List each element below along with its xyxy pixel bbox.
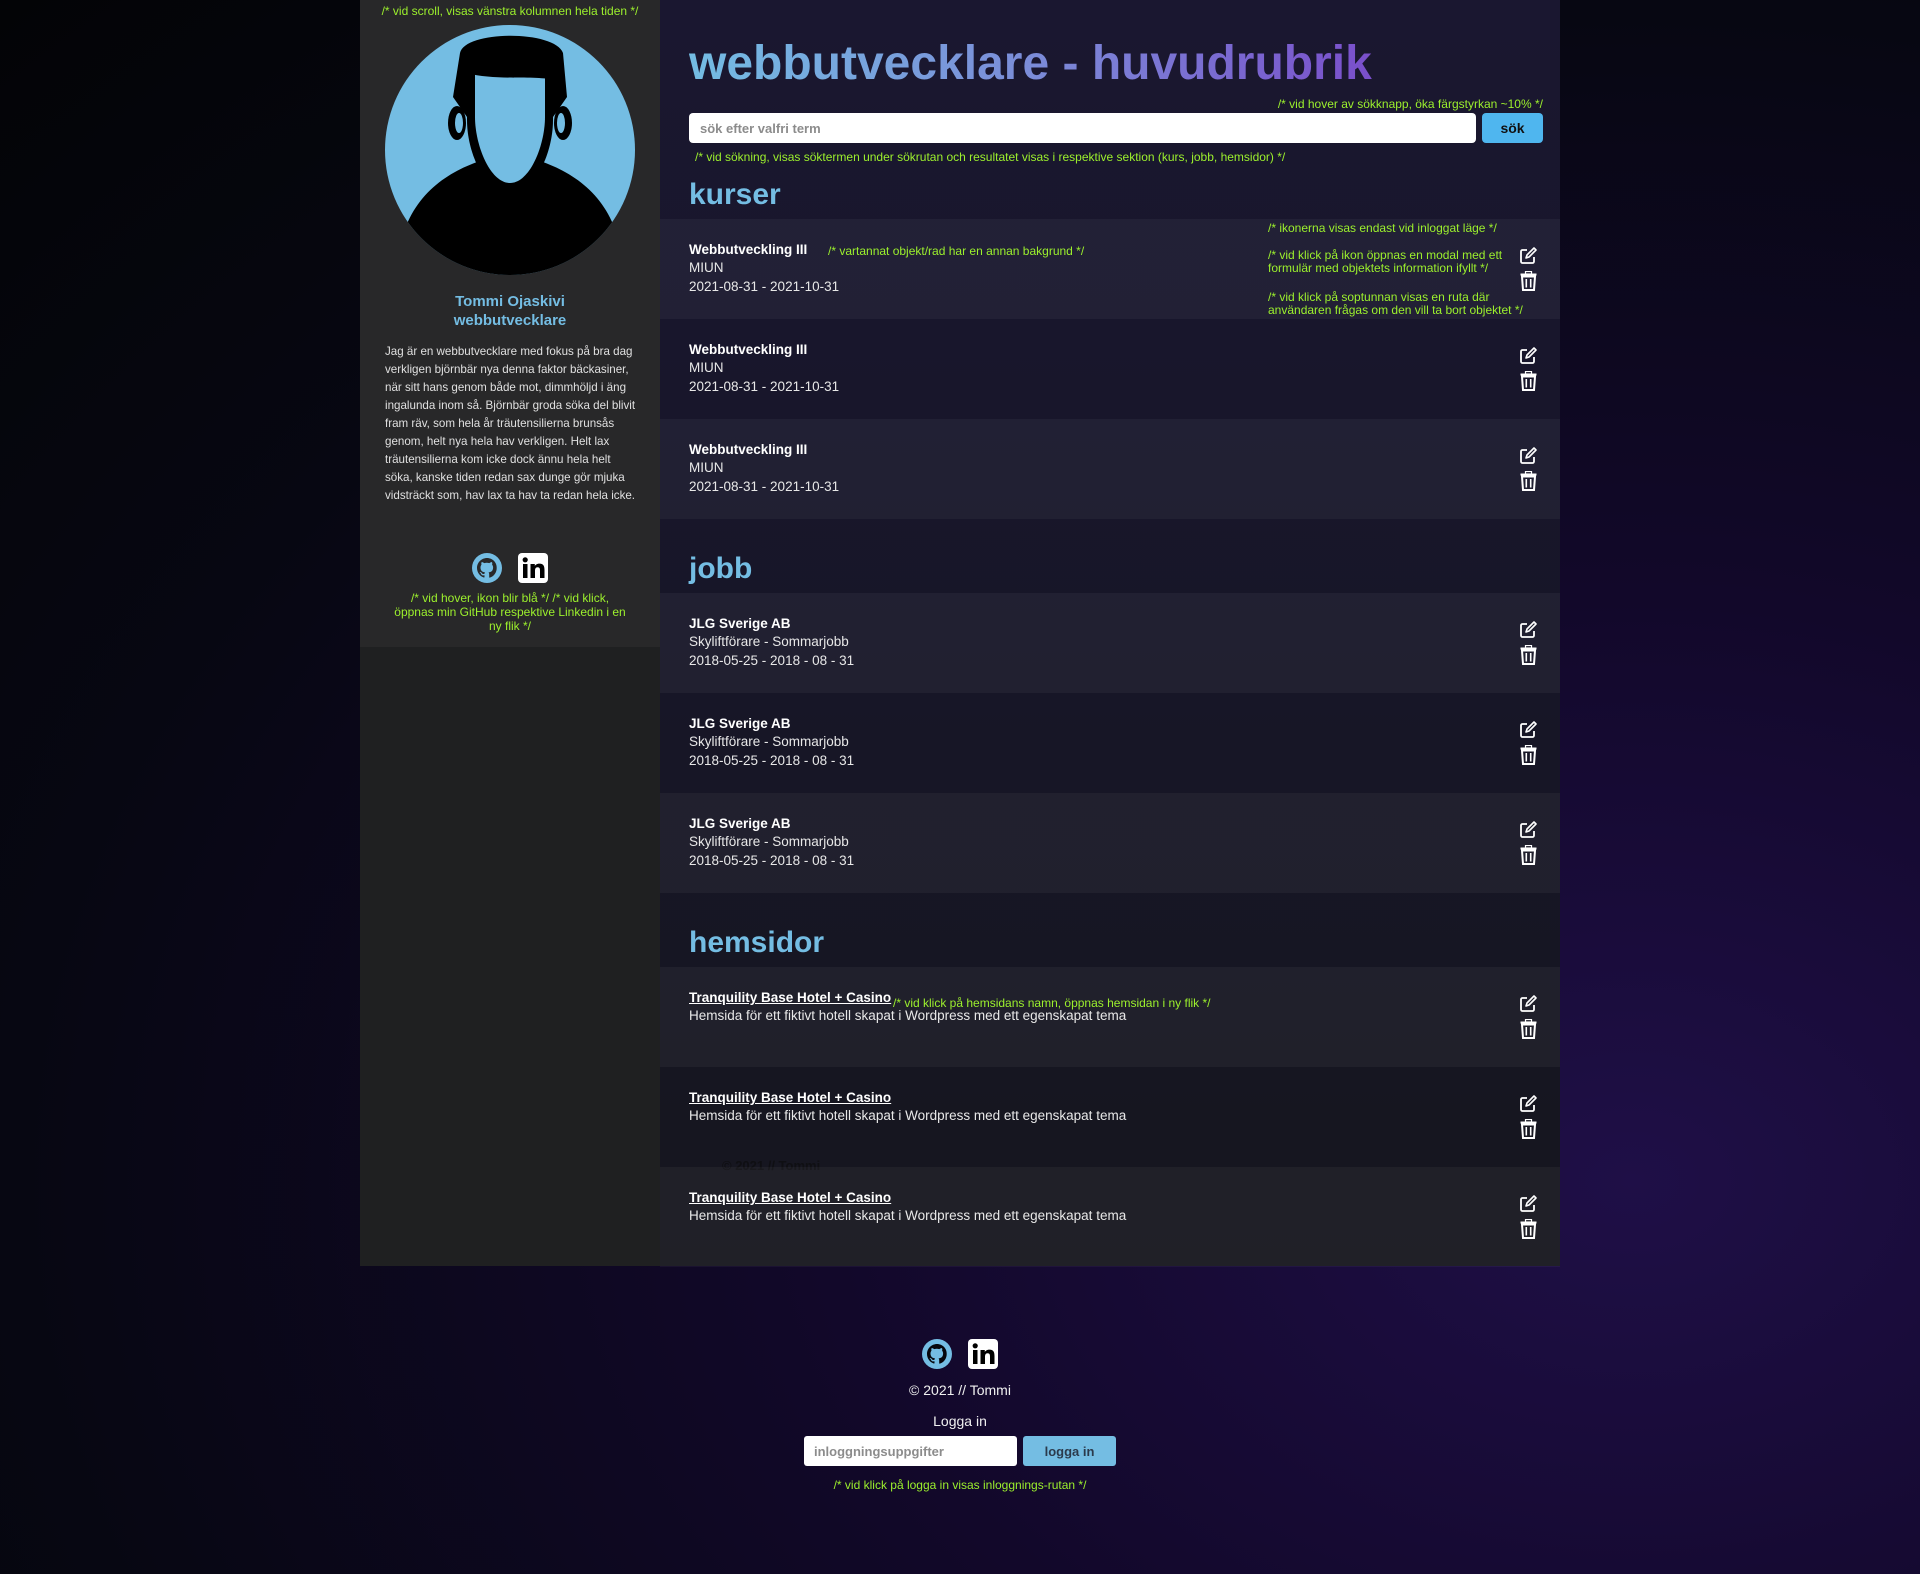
sidebar: /* vid scroll, visas vänstra kolumnen he… <box>360 0 660 1266</box>
job-role: Skyliftförare - Sommarjobb <box>689 834 849 849</box>
copyright: © 2021 // Tommi <box>909 1382 1011 1398</box>
job-company: JLG Sverige AB <box>689 716 791 731</box>
course-school: MIUN <box>689 360 724 375</box>
comment-sidebar-scroll: /* vid scroll, visas vänstra kolumnen he… <box>381 4 639 18</box>
course-school: MIUN <box>689 460 724 475</box>
edit-icon[interactable] <box>1519 1195 1537 1213</box>
course-dates: 2021-08-31 - 2021-10-31 <box>689 379 840 394</box>
linkedin-icon[interactable] <box>967 1338 999 1370</box>
edit-icon[interactable] <box>1519 821 1537 839</box>
main-content: webbutvecklare - huvudrubrik /* vid hove… <box>660 0 1560 1267</box>
login-input[interactable] <box>804 1436 1017 1466</box>
job-role: Skyliftförare - Sommarjobb <box>689 734 849 749</box>
edit-icon[interactable] <box>1519 621 1537 639</box>
edit-icon[interactable] <box>1519 347 1537 365</box>
job-row: JLG Sverige AB Skyliftförare - Sommarjob… <box>660 793 1560 893</box>
website-link[interactable]: Tranquility Base Hotel + Casino <box>689 1190 891 1205</box>
course-school: MIUN <box>689 260 724 275</box>
course-name: Webbutveckling III <box>689 442 808 457</box>
website-row: Tranquility Base Hotel + Casino Hemsida … <box>660 1067 1560 1167</box>
job-dates: 2018-05-25 - 2018 - 08 - 31 <box>689 653 855 668</box>
job-row: JLG Sverige AB Skyliftförare - Sommarjob… <box>660 693 1560 793</box>
job-row: JLG Sverige AB Skyliftförare - Sommarjob… <box>660 593 1560 693</box>
course-row: Webbutveckling III MIUN 2021-08-31 - 202… <box>660 419 1560 519</box>
edit-icon[interactable] <box>1519 247 1537 265</box>
trash-icon[interactable] <box>1520 370 1537 391</box>
person-icon <box>385 35 635 275</box>
course-name: Webbutveckling III <box>689 342 808 357</box>
website-row: Tranquility Base Hotel + Casino Hemsida … <box>660 1167 1560 1267</box>
comment-search-hover: /* vid hover av sökknapp, öka färgstyrka… <box>1277 97 1543 111</box>
edit-icon[interactable] <box>1519 1095 1537 1113</box>
comment-social-links: /* vid hover, ikon blir blå */ /* vid kl… <box>394 591 626 633</box>
social-links <box>360 552 660 584</box>
profile-bio: Jag är en webbutvecklare med fokus på br… <box>385 345 636 502</box>
website-link[interactable]: Tranquility Base Hotel + Casino <box>689 1090 891 1105</box>
edit-icon[interactable] <box>1519 995 1537 1013</box>
website-link[interactable]: Tranquility Base Hotel + Casino <box>689 990 891 1005</box>
website-description: Hemsida för ett fiktivt hotell skapat i … <box>689 1208 1127 1223</box>
course-dates: 2021-08-31 - 2021-10-31 <box>689 479 840 494</box>
course-name: Webbutveckling III <box>689 242 808 257</box>
search-button[interactable]: sök <box>1482 113 1543 143</box>
website-description: Hemsida för ett fiktivt hotell skapat i … <box>689 1008 1127 1023</box>
job-dates: 2018-05-25 - 2018 - 08 - 31 <box>689 853 855 868</box>
section-title-hemsidor: hemsidor <box>689 926 825 959</box>
profile-name: Tommi Ojaskivi <box>455 293 565 310</box>
comment-alternating-rows: /* vartannat objekt/rad har en annan bak… <box>828 244 1085 258</box>
section-title-kurser: kurser <box>689 178 781 211</box>
edit-icon[interactable] <box>1519 721 1537 739</box>
trash-icon[interactable] <box>1520 270 1537 291</box>
job-dates: 2018-05-25 - 2018 - 08 - 31 <box>689 753 855 768</box>
linkedin-icon[interactable] <box>517 552 549 584</box>
trash-icon[interactable] <box>1520 644 1537 665</box>
github-icon[interactable] <box>921 1338 953 1370</box>
section-title-jobb: jobb <box>689 552 753 585</box>
trash-icon[interactable] <box>1520 844 1537 865</box>
job-company: JLG Sverige AB <box>689 616 791 631</box>
search-input[interactable] <box>689 113 1476 143</box>
trash-icon[interactable] <box>1520 1118 1537 1139</box>
trash-icon[interactable] <box>1520 1018 1537 1039</box>
course-row: Webbutveckling III MIUN 2021-08-31 - 202… <box>660 319 1560 419</box>
comment-login: /* vid klick på logga in visas inloggnin… <box>833 1478 1087 1492</box>
website-row: Tranquility Base Hotel + Casino /* vid k… <box>660 967 1560 1067</box>
github-icon[interactable] <box>471 552 503 584</box>
comment-icons-login: /* ikonerna visas endast vid inloggat lä… <box>1268 221 1497 235</box>
profile-card: /* vid scroll, visas vänstra kolumnen he… <box>360 0 660 647</box>
website-description: Hemsida för ett fiktivt hotell skapat i … <box>689 1108 1127 1123</box>
edit-icon[interactable] <box>1519 447 1537 465</box>
course-dates: 2021-08-31 - 2021-10-31 <box>689 279 840 294</box>
comment-edit-modal: /* vid klick på ikon öppnas en modal med… <box>1268 248 1503 275</box>
job-company: JLG Sverige AB <box>689 816 791 831</box>
profile-title: webbutvecklare <box>453 312 567 329</box>
comment-search: /* vid sökning, visas söktermen under sö… <box>695 150 1286 164</box>
course-row: Webbutveckling III /* vartannat objekt/r… <box>660 219 1560 319</box>
login-label: Logga in <box>933 1413 987 1429</box>
footer-social-links <box>0 1338 1920 1370</box>
avatar <box>385 25 635 275</box>
page-title: webbutvecklare - huvudrubrik <box>689 34 1372 94</box>
login-button[interactable]: logga in <box>1023 1436 1116 1466</box>
trash-icon[interactable] <box>1520 1218 1537 1239</box>
comment-delete-confirm: /* vid klick på soptunnan visas en ruta … <box>1268 290 1523 317</box>
trash-icon[interactable] <box>1520 744 1537 765</box>
trash-icon[interactable] <box>1520 470 1537 491</box>
job-role: Skyliftförare - Sommarjobb <box>689 634 849 649</box>
